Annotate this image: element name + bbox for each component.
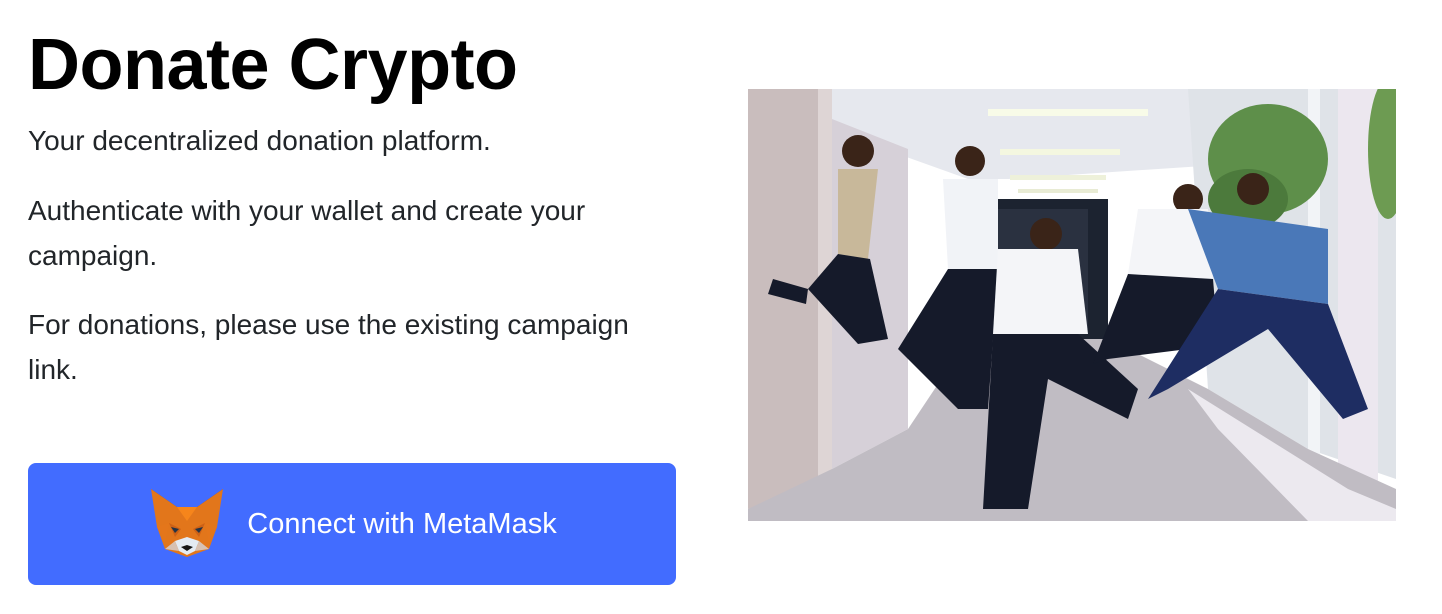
hero-photo bbox=[748, 89, 1396, 521]
page-title: Donate Crypto bbox=[28, 25, 518, 105]
donation-note: For donations, please use the existing c… bbox=[28, 309, 629, 385]
instructions-text: Authenticate with your wallet and create… bbox=[28, 195, 586, 271]
connect-metamask-button[interactable]: Connect with MetaMask bbox=[28, 463, 676, 585]
tagline: Your decentralized donation platform. bbox=[28, 125, 491, 156]
connect-button-label: Connect with MetaMask bbox=[247, 507, 557, 540]
metamask-fox-icon bbox=[151, 489, 224, 557]
